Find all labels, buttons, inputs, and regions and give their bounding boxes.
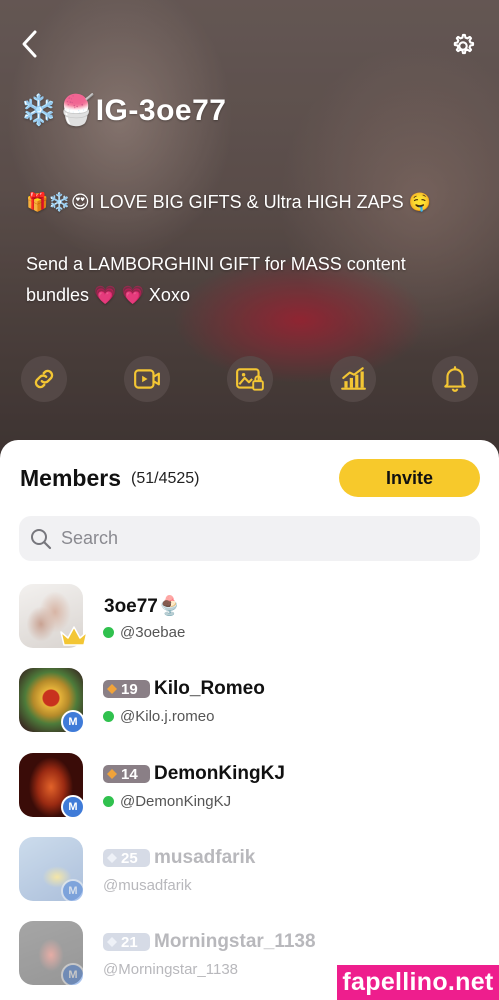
search-icon — [31, 528, 52, 549]
member-handle-row: @Morningstar_1138 — [103, 961, 238, 978]
group-name: IG-3oe77 — [95, 94, 227, 127]
group-title: ❄️🍧IG-3oe77 — [20, 93, 226, 128]
stats-icon — [341, 367, 366, 390]
name-emoji: 🍨 — [157, 596, 182, 617]
member-row[interactable]: M 19 Kilo_Romeo @Kilo.j.romeo — [0, 668, 499, 748]
description-line-1: 🎁❄️😍I LOVE BIG GIFTS & Ultra HIGH ZAPS 🤤 — [26, 187, 431, 218]
diamond-icon — [107, 769, 117, 779]
member-handle: @DemonKingKJ — [120, 793, 232, 810]
locked-media-button[interactable] — [227, 356, 273, 402]
members-count: (51/4525) — [131, 470, 200, 487]
chevron-left-icon — [22, 30, 37, 58]
member-name: Kilo_Romeo — [154, 678, 265, 699]
member-role-badge: M — [61, 795, 85, 819]
description-text: Xoxo — [148, 285, 190, 305]
member-handle-row: @musadfarik — [103, 877, 192, 894]
member-name: DemonKingKJ — [154, 763, 285, 784]
member-name: Morningstar_1138 — [154, 931, 316, 952]
description-end-emoji: 🤤 — [408, 192, 432, 212]
back-button[interactable] — [14, 28, 46, 60]
link-icon — [34, 369, 54, 389]
search-bar[interactable] — [19, 516, 480, 561]
site-watermark: fapellino.net — [337, 965, 499, 1000]
member-handle-row: @DemonKingKJ — [103, 793, 231, 810]
video-icon — [134, 369, 160, 389]
diamond-icon — [107, 937, 117, 947]
locked-image-icon — [236, 368, 264, 391]
level-badge: 21 — [103, 933, 150, 951]
level-badge: 19 — [103, 680, 150, 698]
description-emoji: 💗 💗 — [94, 285, 144, 305]
member-handle-row: @3oebae — [103, 624, 185, 641]
stats-button[interactable] — [330, 356, 376, 402]
description-text: bundles — [26, 285, 90, 305]
member-role-badge: M — [61, 963, 85, 987]
invite-button[interactable]: Invite — [339, 459, 480, 497]
title-emoji: ❄️🍧 — [20, 94, 96, 127]
diamond-icon — [107, 684, 117, 694]
member-handle: @musadfarik — [103, 877, 192, 894]
description-text: I LOVE BIG GIFTS & Ultra HIGH ZAPS — [89, 192, 404, 212]
description-line-2: Send a LAMBORGHINI GIFT for MASS content — [26, 254, 406, 274]
notifications-button[interactable] — [432, 356, 478, 402]
gear-icon — [453, 33, 475, 55]
member-row[interactable]: M 25 musadfarik @musadfarik — [0, 837, 499, 917]
member-row[interactable]: M 14 DemonKingKJ @DemonKingKJ — [0, 753, 499, 833]
level-badge: 14 — [103, 765, 150, 783]
online-indicator — [103, 796, 114, 807]
level-badge: 25 — [103, 849, 150, 867]
online-indicator — [103, 627, 114, 638]
description-line-3: bundles 💗 💗 Xoxo — [26, 280, 190, 311]
member-handle: @3oebae — [120, 624, 186, 641]
video-button[interactable] — [124, 356, 170, 402]
bell-icon — [444, 366, 466, 392]
settings-button[interactable] — [446, 29, 480, 63]
member-role-badge: M — [61, 879, 85, 903]
crown-icon — [60, 626, 88, 646]
member-handle: @Kilo.j.romeo — [120, 708, 215, 725]
member-name: 3oe77🍨 — [104, 596, 182, 617]
description-emoji: 🎁❄️😍 — [26, 192, 90, 212]
diamond-icon — [107, 853, 117, 863]
members-heading: Members — [20, 465, 121, 491]
member-name: musadfarik — [154, 847, 256, 868]
search-input[interactable] — [61, 528, 461, 549]
member-row[interactable]: 3oe77🍨 @3oebae — [0, 584, 499, 664]
member-handle-row: @Kilo.j.romeo — [103, 708, 214, 725]
online-indicator — [103, 711, 114, 722]
link-button[interactable] — [21, 356, 67, 402]
member-handle: @Morningstar_1138 — [103, 961, 239, 978]
member-role-badge: M — [61, 710, 85, 734]
